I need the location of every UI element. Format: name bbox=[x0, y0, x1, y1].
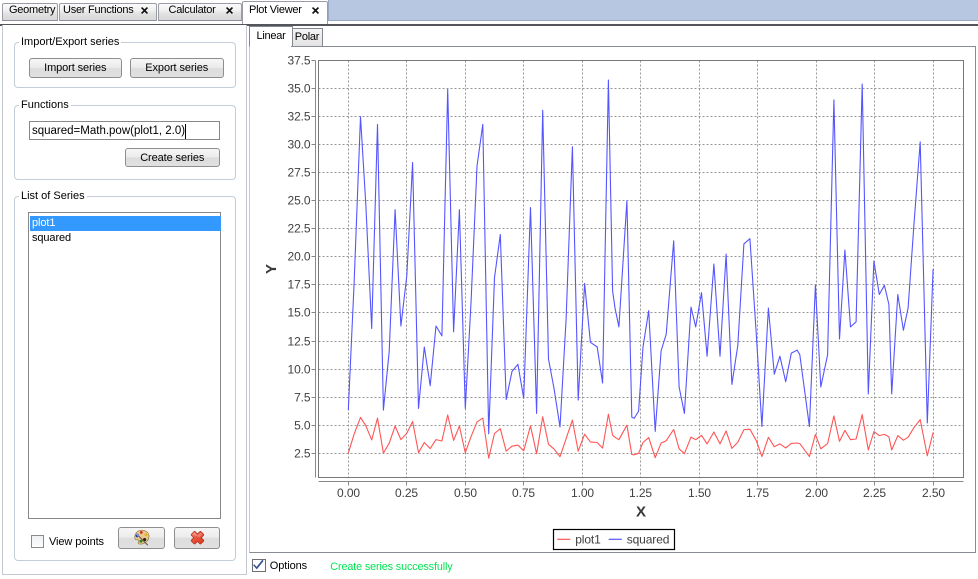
svg-text:7.5: 7.5 bbox=[294, 391, 311, 405]
svg-text:35.0: 35.0 bbox=[288, 82, 311, 96]
svg-text:2.50: 2.50 bbox=[922, 486, 945, 500]
svg-text:1.00: 1.00 bbox=[571, 486, 594, 500]
svg-text:2.25: 2.25 bbox=[863, 486, 886, 500]
svg-text:30.0: 30.0 bbox=[288, 138, 311, 152]
svg-text:25.0: 25.0 bbox=[288, 194, 311, 208]
svg-text:15.0: 15.0 bbox=[288, 306, 311, 320]
svg-text:17.5: 17.5 bbox=[288, 278, 311, 292]
svg-text:0.75: 0.75 bbox=[512, 486, 535, 500]
svg-text:5.0: 5.0 bbox=[294, 419, 311, 433]
svg-text:37.5: 37.5 bbox=[288, 54, 311, 68]
svg-text:squared: squared bbox=[627, 533, 670, 547]
svg-text:1.75: 1.75 bbox=[746, 486, 769, 500]
svg-text:X: X bbox=[636, 503, 646, 520]
svg-text:32.5: 32.5 bbox=[288, 110, 311, 124]
svg-text:20.0: 20.0 bbox=[288, 250, 311, 264]
svg-text:27.5: 27.5 bbox=[288, 166, 311, 180]
svg-text:1.25: 1.25 bbox=[629, 486, 652, 500]
svg-text:2.00: 2.00 bbox=[805, 486, 828, 500]
svg-text:10.0: 10.0 bbox=[288, 363, 311, 377]
svg-text:0.00: 0.00 bbox=[337, 486, 360, 500]
svg-text:1.50: 1.50 bbox=[688, 486, 711, 500]
svg-text:0.50: 0.50 bbox=[454, 486, 477, 500]
svg-text:Y: Y bbox=[263, 264, 280, 274]
svg-text:plot1: plot1 bbox=[575, 533, 601, 547]
svg-text:22.5: 22.5 bbox=[288, 222, 311, 236]
svg-text:12.5: 12.5 bbox=[288, 335, 311, 349]
svg-text:0.25: 0.25 bbox=[395, 486, 418, 500]
svg-text:2.5: 2.5 bbox=[294, 447, 311, 461]
